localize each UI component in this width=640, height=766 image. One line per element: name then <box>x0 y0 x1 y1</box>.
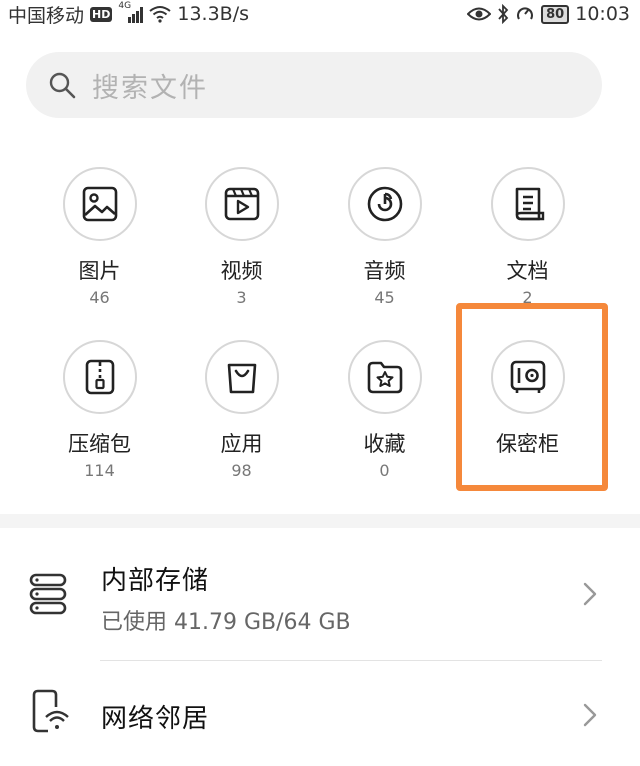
network-type: 4G <box>118 1 132 11</box>
hd-badge: HD <box>90 6 113 22</box>
category-circle <box>490 340 565 414</box>
network-neighbor-title: 网络邻居 <box>101 704 210 734</box>
favorite-folder-icon <box>367 361 402 394</box>
internal-storage-row[interactable]: 内部存储 已使用 41.79 GB/64 GB <box>0 528 640 660</box>
network-neighbor-row[interactable]: 网络邻居 <box>0 661 640 766</box>
category-circle <box>204 167 279 241</box>
safe-icon <box>510 360 545 393</box>
bluetooth-icon <box>498 4 509 24</box>
zip-icon <box>85 359 114 395</box>
category-label: 视频 <box>220 259 263 283</box>
search-input[interactable]: 搜索文件 <box>92 66 208 105</box>
category-circle <box>204 340 279 414</box>
category-favorites[interactable]: 收藏 0 <box>313 340 456 500</box>
category-label: 文档 <box>506 259 549 283</box>
category-circle <box>490 167 565 241</box>
app-bag-icon <box>227 363 256 394</box>
section-divider <box>0 514 640 528</box>
category-images[interactable]: 图片 46 <box>28 167 171 327</box>
status-bar: 中国移动 HD 4G 13.3B/s 80 10:03 <box>0 0 640 28</box>
category-apps[interactable]: 应用 98 <box>170 340 313 500</box>
internal-storage-usage: 已使用 41.79 GB/64 GB <box>101 610 351 635</box>
clock: 10:03 <box>575 3 630 25</box>
category-videos[interactable]: 视频 3 <box>170 167 313 327</box>
category-label: 保密柜 <box>496 432 559 456</box>
signal-icon: 4G <box>118 1 144 23</box>
category-label: 收藏 <box>363 432 406 456</box>
category-count: 3 <box>236 288 247 307</box>
category-safe[interactable]: 保密柜 <box>456 340 599 500</box>
internal-storage-title: 内部存储 <box>101 566 210 596</box>
chevron-right-icon <box>583 582 597 606</box>
status-left: 中国移动 HD 4G 13.3B/s <box>8 1 249 28</box>
network-speed: 13.3B/s <box>177 3 249 25</box>
category-count: 114 <box>84 461 115 480</box>
category-circle <box>62 167 137 241</box>
category-count: 2 <box>522 288 533 307</box>
category-archives[interactable]: 压缩包 114 <box>28 340 171 500</box>
category-count: 98 <box>231 461 252 480</box>
do-not-disturb-icon <box>517 7 534 20</box>
carrier-label: 中国移动 <box>8 4 85 27</box>
audio-icon <box>367 186 402 222</box>
status-right: 80 10:03 <box>467 3 630 25</box>
category-label: 音频 <box>363 259 406 283</box>
category-count: 45 <box>374 288 395 307</box>
category-documents[interactable]: 文档 2 <box>456 167 599 327</box>
category-circle <box>347 167 422 241</box>
battery-indicator: 80 <box>541 4 570 24</box>
storage-icon <box>29 573 67 615</box>
video-icon <box>224 187 259 221</box>
category-count: 0 <box>379 461 390 480</box>
search-icon <box>49 72 76 99</box>
category-audio[interactable]: 音频 45 <box>313 167 456 327</box>
category-circle <box>62 340 137 414</box>
wifi-icon <box>149 6 171 23</box>
network-neighbor-icon <box>32 689 69 733</box>
search-bar[interactable]: 搜索文件 <box>26 52 602 118</box>
category-label: 压缩包 <box>68 432 131 456</box>
eye-icon <box>467 7 492 21</box>
category-label: 应用 <box>220 432 263 456</box>
category-count: 46 <box>89 288 110 307</box>
chevron-right-icon <box>583 703 597 727</box>
category-circle <box>347 340 422 414</box>
category-label: 图片 <box>78 259 121 283</box>
document-icon <box>515 187 544 221</box>
image-icon <box>82 186 117 222</box>
